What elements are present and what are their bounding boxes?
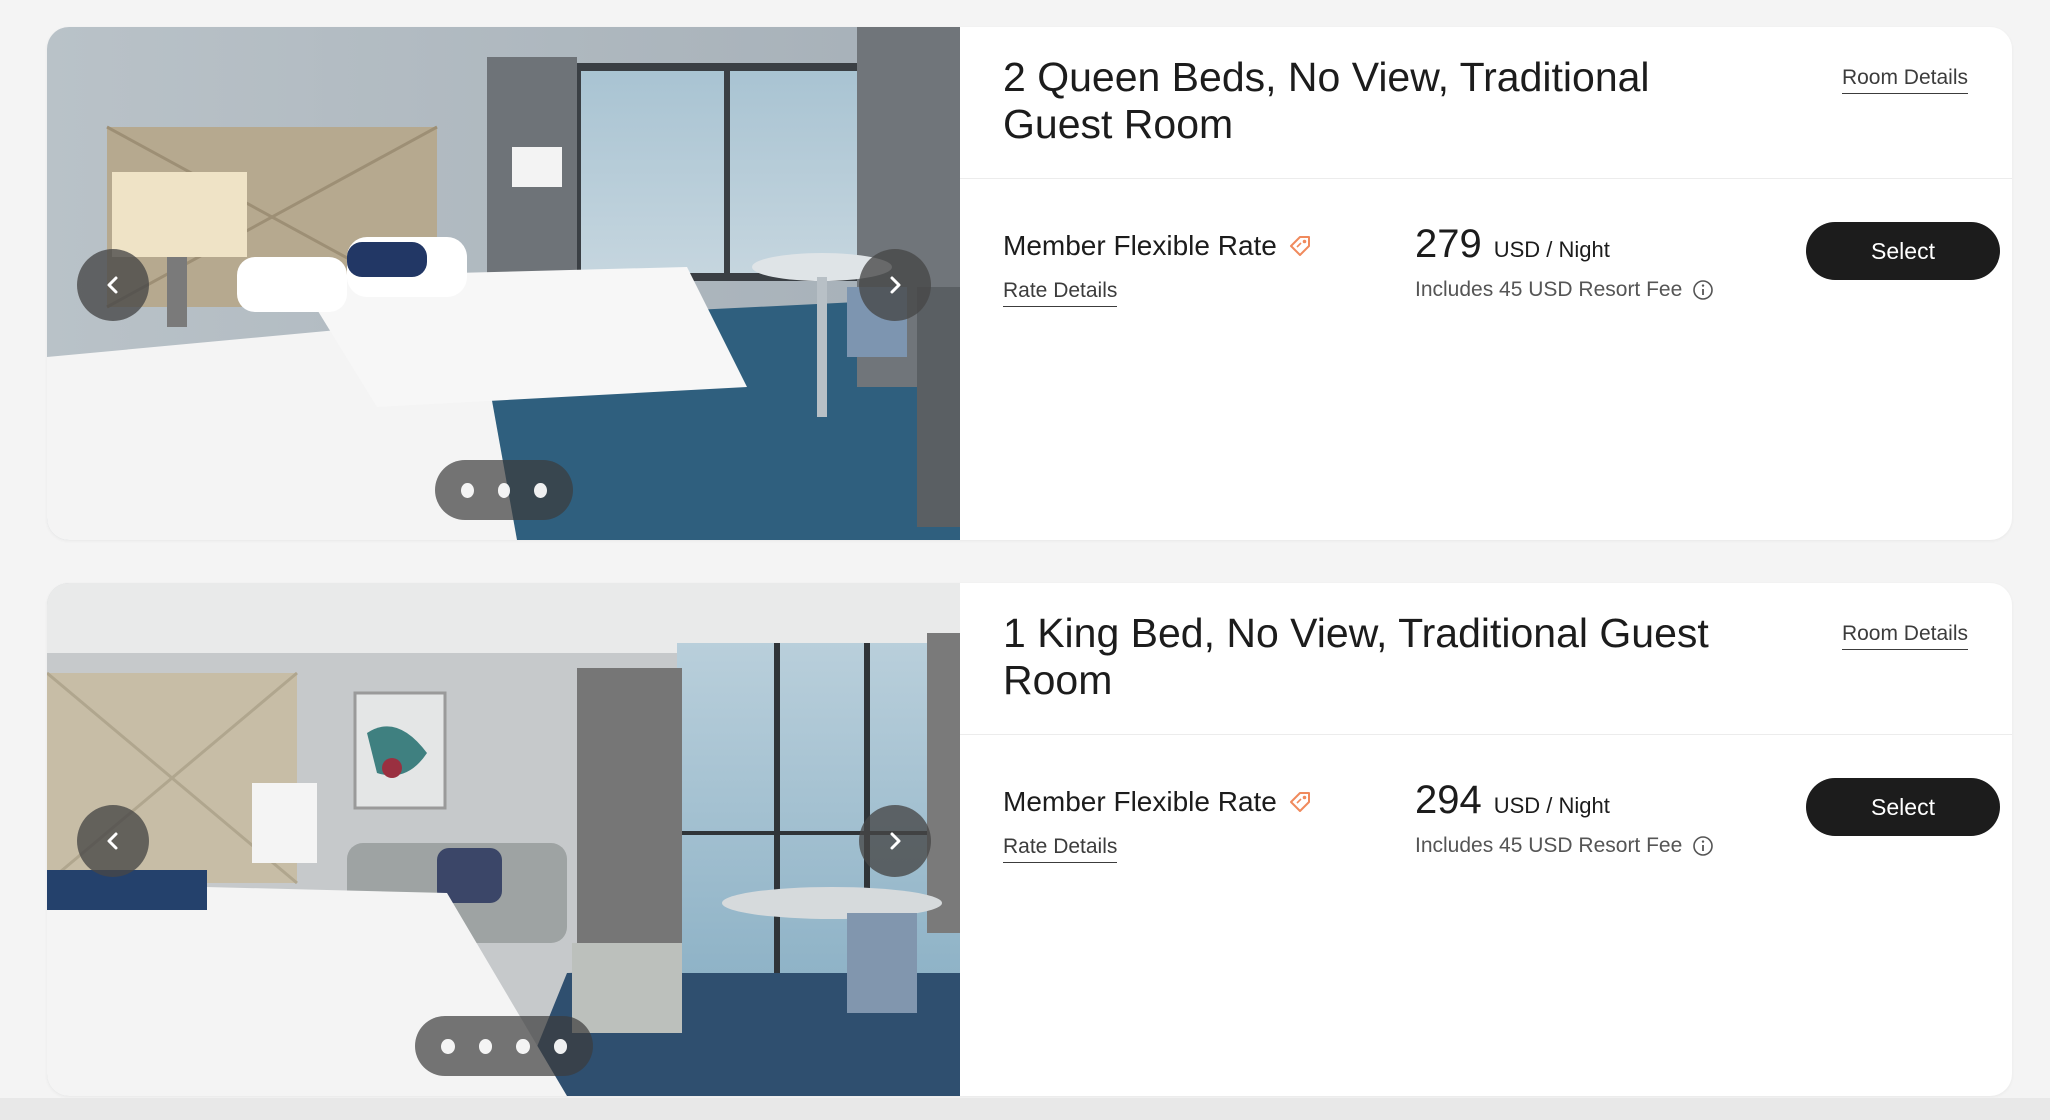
divider [960,178,2012,179]
divider [960,734,2012,735]
carousel-dot[interactable] [497,482,511,498]
carousel-prev-button[interactable] [77,249,149,321]
carousel-next-button[interactable] [859,805,931,877]
rate-name: Member Flexible Rate [1003,786,1313,818]
carousel-dot[interactable] [553,1038,567,1054]
info-icon[interactable] [1692,835,1714,857]
carousel-prev-button[interactable] [77,805,149,877]
price: 294 USD / Night [1415,778,1610,823]
chevron-right-icon [890,832,901,850]
rate-name-label: Member Flexible Rate [1003,786,1277,817]
room-info: 1 King Bed, No View, Traditional Guest R… [960,583,2012,1096]
rate-details-link[interactable]: Rate Details [1003,279,1118,307]
carousel-dot[interactable] [441,1038,455,1054]
select-room-button[interactable]: Select [1806,222,2000,280]
rate-name-label: Member Flexible Rate [1003,230,1277,261]
room-info: 2 Queen Beds, No View, Traditional Guest… [960,27,2012,540]
chevron-left-icon [107,276,118,294]
chevron-right-icon [890,276,901,294]
rate-details-link[interactable]: Rate Details [1003,835,1118,863]
rate-name: Member Flexible Rate [1003,230,1313,262]
room-photo-carousel[interactable] [47,27,960,540]
select-room-button[interactable]: Select [1806,778,2000,836]
room-details-link[interactable]: Room Details [1841,622,1968,650]
price-unit: USD / Night [1493,237,1610,262]
room-card: 2 Queen Beds, No View, Traditional Guest… [47,27,2012,540]
info-icon[interactable] [1692,279,1714,301]
carousel-indicator [415,1016,593,1076]
tag-icon [1289,792,1310,812]
price: 279 USD / Night [1415,222,1610,267]
room-list-page: 2 Queen Beds, No View, Traditional Guest… [0,0,2050,1120]
resort-fee-note: Includes 45 USD Resort Fee [1415,834,1714,858]
room-title: 2 Queen Beds, No View, Traditional Guest… [1003,54,1650,147]
carousel-dot[interactable] [478,1038,492,1054]
room-photo-carousel[interactable] [47,583,960,1096]
carousel-dot[interactable] [534,482,548,498]
room-title: 1 King Bed, No View, Traditional Guest R… [1003,610,1709,703]
carousel-dot[interactable] [516,1038,530,1054]
price-amount: 279 [1415,222,1482,266]
carousel-indicator [435,460,573,520]
resort-fee-text: Includes 45 USD Resort Fee [1415,834,1683,857]
chevron-left-icon [107,832,118,850]
resort-fee-text: Includes 45 USD Resort Fee [1415,278,1683,301]
price-amount: 294 [1415,778,1482,822]
price-unit: USD / Night [1493,793,1610,818]
room-details-link[interactable]: Room Details [1841,66,1968,94]
resort-fee-note: Includes 45 USD Resort Fee [1415,278,1714,302]
room-card: 1 King Bed, No View, Traditional Guest R… [47,583,2012,1096]
page-bottom-edge [0,1098,2050,1120]
tag-icon [1289,236,1310,256]
carousel-dot[interactable] [461,482,474,498]
carousel-next-button[interactable] [859,249,931,321]
